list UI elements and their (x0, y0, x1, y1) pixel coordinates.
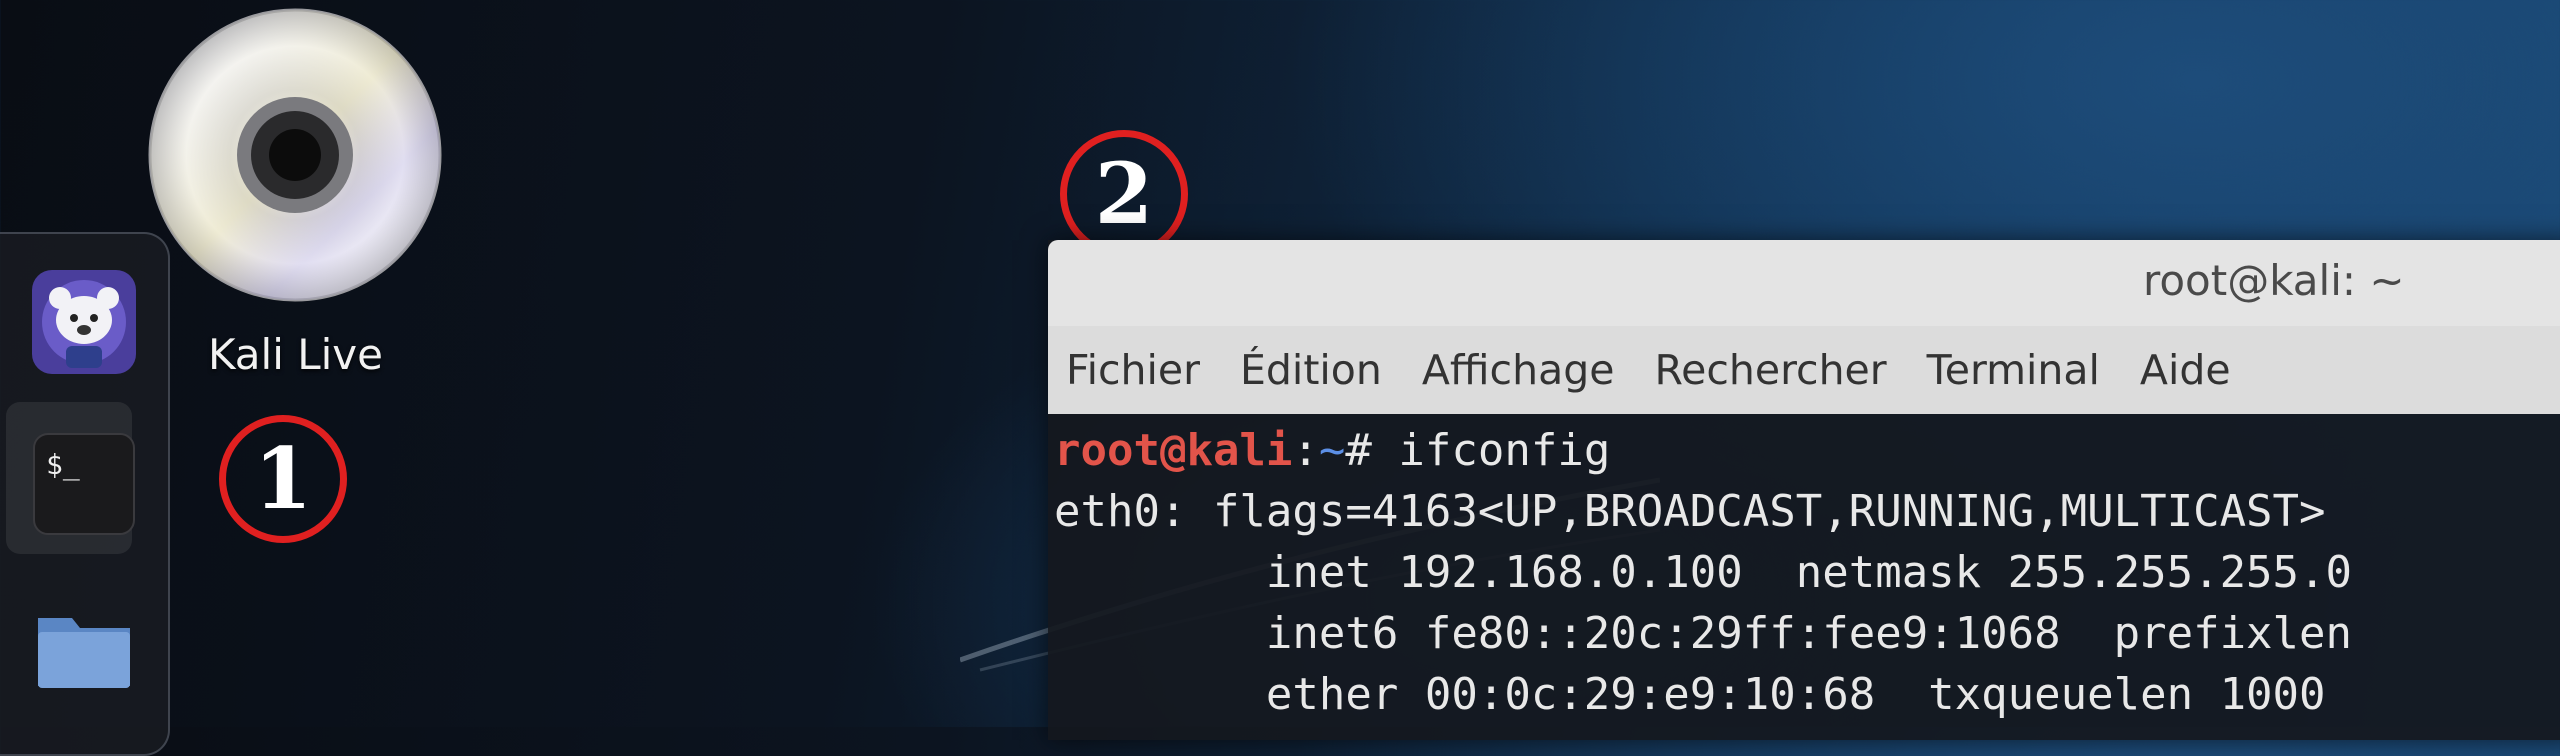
menu-terminal[interactable]: Terminal (1927, 346, 2100, 394)
output-line: eth0: flags=4163<UP,BROADCAST,RUNNING,MU… (1054, 486, 2326, 537)
prompt-separator: : (1292, 425, 1319, 476)
output-line: inet 192.168.0.100 netmask 255.255.255.0 (1054, 547, 2353, 598)
dock-item-app[interactable] (30, 268, 142, 380)
callout-marker-2: 2 (1060, 130, 1188, 258)
dock-sidebar: $_ (0, 232, 170, 756)
desktop-icon-label: Kali Live (208, 330, 383, 379)
output-line: ether 00:0c:29:e9:10:68 txqueuelen 1000 (1054, 669, 2326, 720)
prompt-path: ~ (1318, 425, 1346, 476)
dock-item-files[interactable] (30, 594, 142, 706)
output-line: inet6 fe80::20c:29ff:fee9:1068 prefixlen (1054, 608, 2353, 659)
svg-text:$_: $_ (46, 448, 80, 482)
folder-icon (38, 618, 130, 688)
menu-aide[interactable]: Aide (2140, 346, 2231, 394)
prompt-user: root@kali (1054, 425, 1293, 476)
menu-rechercher[interactable]: Rechercher (1654, 346, 1886, 394)
terminal-titlebar[interactable]: root@kali: ~ (1048, 240, 2560, 326)
window-title: root@kali: ~ (2143, 256, 2405, 305)
menu-edition[interactable]: Édition (1240, 346, 1382, 394)
app-mascot-icon (32, 270, 136, 374)
prompt-symbol: # (1345, 425, 1399, 476)
terminal-window[interactable]: root@kali: ~ Fichier Édition Affichage R… (1048, 240, 2560, 740)
callout-marker-1: 1 (219, 415, 347, 543)
terminal-icon: $_ (33, 433, 135, 535)
command-text: ifconfig (1398, 425, 1611, 476)
menu-affichage[interactable]: Affichage (1422, 346, 1615, 394)
terminal-output[interactable]: root@kali:~# ifconfig eth0: flags=4163<UP… (1048, 414, 2560, 725)
terminal-menubar: Fichier Édition Affichage Rechercher Ter… (1048, 326, 2560, 414)
optical-disc-icon (148, 8, 442, 302)
menu-fichier[interactable]: Fichier (1066, 346, 1200, 394)
prompt-line: root@kali:~# ifconfig (1054, 420, 2560, 481)
dock-item-terminal[interactable]: $_ (30, 430, 142, 542)
